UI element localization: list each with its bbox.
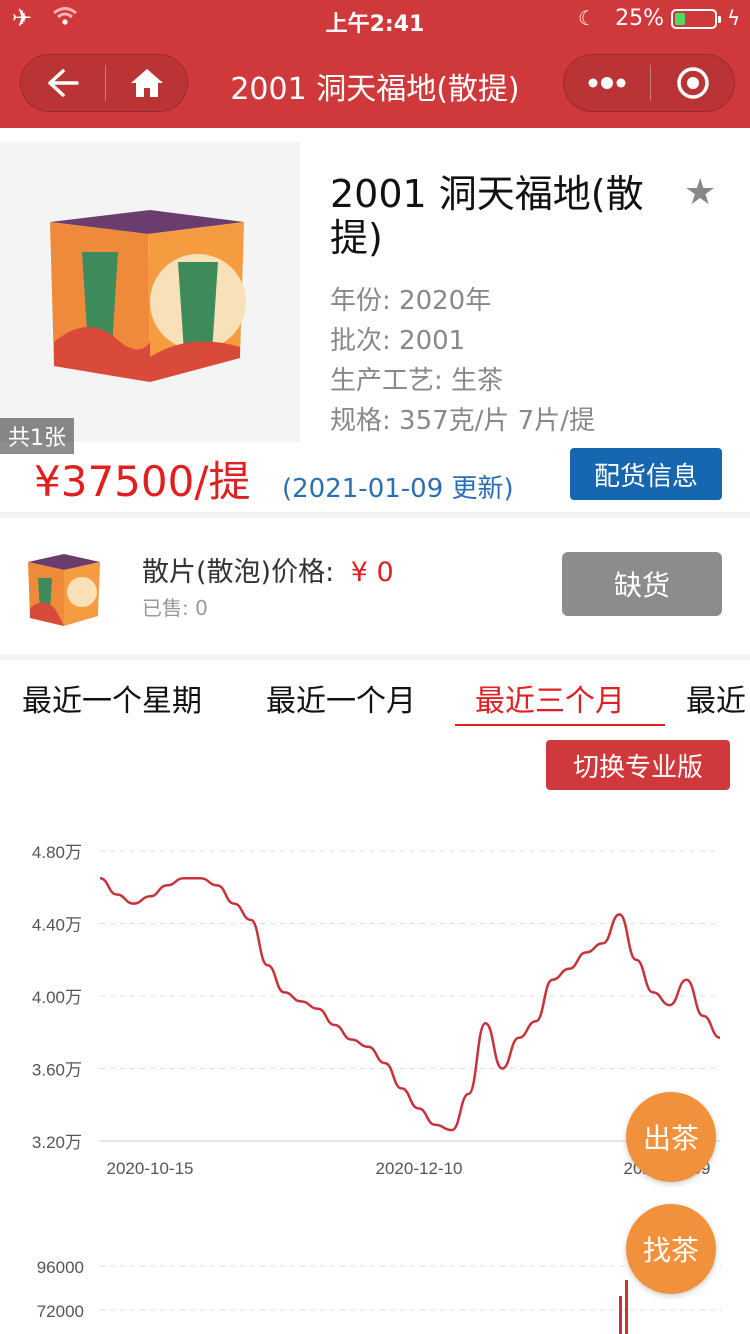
y-tick-label: 3.60万: [32, 1061, 82, 1080]
target-circle-icon: [677, 67, 709, 99]
x-tick-label: 2020-10-15: [107, 1159, 194, 1178]
product-image[interactable]: 共1张: [0, 142, 300, 454]
y-tick-label: 3.20万: [32, 1133, 82, 1152]
y-tick-label: 4.80万: [32, 843, 82, 862]
charging-icon: ϟ: [727, 6, 741, 30]
nav-left-capsule: [20, 54, 188, 112]
home-button[interactable]: [106, 55, 188, 111]
active-tab-indicator: [455, 724, 665, 726]
nav-right-capsule: [563, 54, 735, 112]
status-bar: ✈ 上午2:41 ☾ 25% ϟ: [0, 0, 750, 40]
volume-tick-label: 72000: [37, 1302, 84, 1321]
tab-more[interactable]: 最近: [686, 676, 746, 720]
tab-last-three-months[interactable]: 最近三个月: [475, 676, 625, 720]
y-tick-label: 4.40万: [32, 916, 82, 935]
period-tabs: 最近一个星期 最近一个月 最近三个月 最近: [0, 660, 750, 728]
tea-box-thumbnail: [28, 554, 100, 626]
back-button[interactable]: [21, 55, 105, 111]
product-year: 年份: 2020年: [330, 286, 492, 316]
loose-price-value: ¥ 0: [350, 557, 394, 588]
tab-last-week[interactable]: 最近一个星期: [22, 676, 202, 720]
product-spec: 规格: 357克/片 7片/提: [330, 406, 595, 436]
product-process: 生产工艺: 生茶: [330, 366, 504, 396]
battery-percent: 25%: [615, 6, 664, 31]
home-icon: [131, 69, 163, 97]
out-of-stock-button[interactable]: 缺货: [562, 552, 722, 616]
sell-tea-button[interactable]: 出茶: [626, 1092, 716, 1182]
price-updated: (2021-01-09 更新): [282, 474, 514, 504]
product-batch: 批次: 2001: [330, 326, 466, 356]
back-arrow-icon: [48, 69, 79, 97]
more-dots-icon: [588, 77, 626, 89]
find-tea-button[interactable]: 找茶: [626, 1204, 716, 1294]
navigation-bar: 2001 洞天福地(散提): [0, 40, 750, 128]
x-tick-label: 2020-12-10: [376, 1159, 463, 1178]
product-price: ¥37500/提: [34, 457, 251, 506]
close-miniprogram-button[interactable]: [651, 55, 735, 111]
volume-tick-label: 96000: [37, 1258, 84, 1277]
loose-price-label: 散片(散泡)价格: ¥ 0: [142, 550, 394, 589]
tea-box-image: [50, 210, 246, 382]
y-tick-label: 4.00万: [32, 988, 82, 1007]
loose-sold-count: 已售: 0: [142, 596, 208, 620]
product-info: 共1张 2001 洞天福地(散提) ★ 年份: 2020年 批次: 2001 生…: [0, 128, 750, 512]
price-series-line: [99, 876, 721, 1132]
product-name: 2001 洞天福地(散提): [330, 172, 644, 260]
loose-price-caption: 散片(散泡)价格:: [142, 557, 335, 588]
volume-bar: [625, 1280, 628, 1334]
more-button[interactable]: [564, 55, 650, 111]
battery-icon: [671, 9, 721, 29]
shipping-info-button[interactable]: 配货信息: [570, 448, 722, 500]
page-title: 2001 洞天福地(散提): [230, 72, 520, 107]
favorite-star-icon[interactable]: ★: [684, 172, 716, 213]
do-not-disturb-icon: ☾: [578, 6, 596, 30]
volume-bar: [619, 1296, 622, 1334]
tab-last-month[interactable]: 最近一个月: [266, 676, 416, 720]
switch-pro-button[interactable]: 切换专业版: [546, 740, 730, 790]
loose-price-row: 散片(散泡)价格: ¥ 0 已售: 0 缺货: [0, 518, 750, 654]
